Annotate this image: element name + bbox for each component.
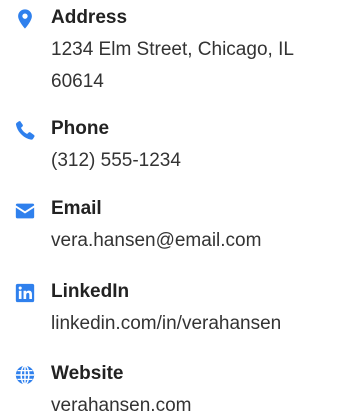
contact-label: LinkedIn	[51, 281, 130, 302]
contact-label: Website	[51, 363, 124, 384]
globe-icon	[14, 364, 36, 386]
envelope-icon	[14, 200, 36, 222]
contact-label: Address	[51, 7, 128, 28]
phone-value[interactable]: (312) 555-1234	[51, 145, 347, 177]
website-link[interactable]: verahansen.com	[51, 390, 347, 420]
address-value: 1234 Elm Street, Chicago, IL 60614	[51, 39, 294, 92]
linkedin-icon	[14, 282, 36, 304]
contact-label: Phone	[51, 118, 110, 139]
phone-icon	[14, 119, 36, 141]
contact-list: Address 1234 Elm Street, Chicago, IL 606…	[0, 0, 351, 420]
linkedin-link[interactable]: linkedin.com/in/verahansen	[51, 308, 347, 340]
contact-label: Email	[51, 198, 102, 219]
email-link[interactable]: vera.hansen@email.com	[51, 225, 347, 257]
map-marker-icon	[14, 8, 36, 30]
